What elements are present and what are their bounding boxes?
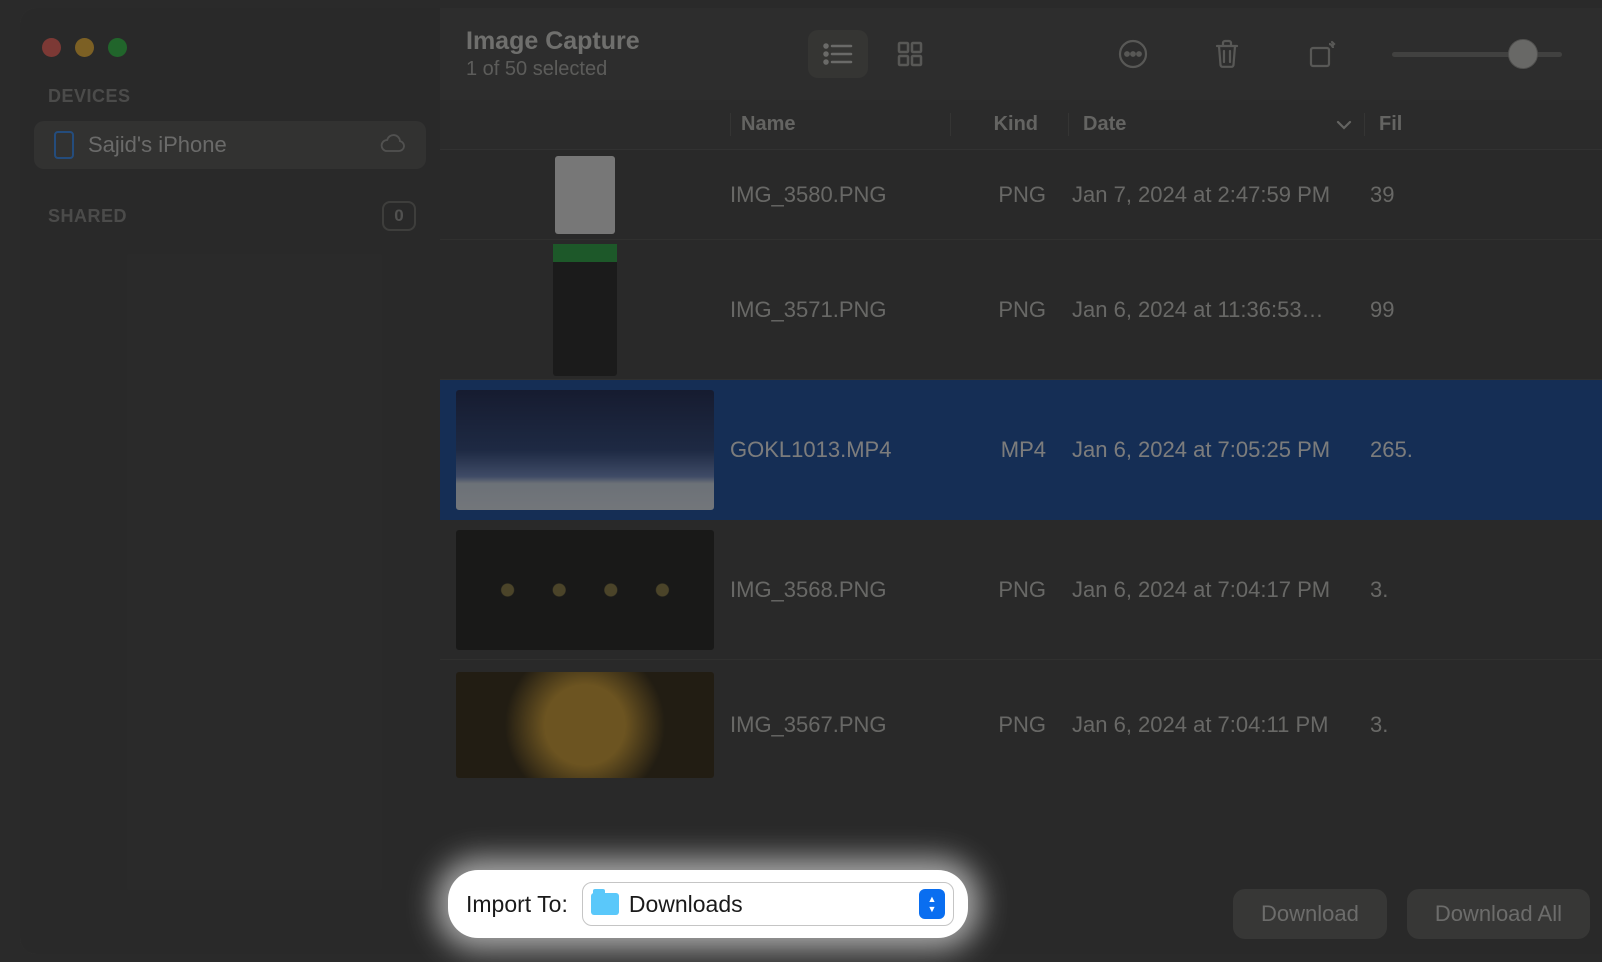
file-size: 3. (1364, 577, 1602, 603)
file-kind: PNG (950, 182, 1068, 208)
rotate-button[interactable] (1296, 29, 1346, 79)
minimize-button[interactable] (75, 38, 94, 57)
file-kind: MP4 (950, 437, 1068, 463)
cloud-icon (380, 132, 406, 158)
file-kind: PNG (950, 712, 1068, 738)
import-to-control: Import To: Downloads ▲▼ (448, 870, 968, 938)
thumbnail (456, 672, 714, 778)
devices-section-label: DEVICES (20, 86, 440, 117)
column-name[interactable]: Name (730, 113, 950, 136)
import-to-label: Import To: (466, 891, 568, 918)
dropdown-stepper-icon: ▲▼ (919, 889, 945, 919)
thumbnail (553, 244, 617, 376)
file-size: 99 (1364, 297, 1602, 323)
table-row[interactable]: IMG_3568.PNG PNG Jan 6, 2024 at 7:04:17 … (440, 520, 1602, 660)
download-button[interactable]: Download (1233, 889, 1387, 939)
list-view-button[interactable] (808, 30, 868, 78)
file-size: 265. (1364, 437, 1602, 463)
thumbnail (456, 530, 714, 650)
table-row[interactable]: GOKL1013.MP4 MP4 Jan 6, 2024 at 7:05:25 … (440, 380, 1602, 520)
file-date: Jan 6, 2024 at 7:04:17 PM (1068, 577, 1364, 603)
column-kind[interactable]: Kind (950, 113, 1068, 136)
device-label: Sajid's iPhone (88, 132, 227, 158)
file-name: IMG_3571.PNG (730, 297, 950, 323)
delete-button[interactable] (1202, 29, 1252, 79)
thumbnail-size-slider[interactable] (1392, 52, 1562, 57)
more-options-button[interactable] (1108, 29, 1158, 79)
thumbnail (555, 156, 615, 234)
table-row[interactable]: IMG_3567.PNG PNG Jan 6, 2024 at 7:04:11 … (440, 660, 1602, 790)
grid-view-button[interactable] (880, 30, 940, 78)
shared-count-badge: 0 (382, 201, 416, 231)
file-name: IMG_3568.PNG (730, 577, 950, 603)
chevron-down-icon (1336, 113, 1352, 136)
toolbar: Image Capture 1 of 50 selected (440, 8, 1602, 100)
file-date: Jan 6, 2024 at 7:04:11 PM (1068, 712, 1364, 738)
selection-status: 1 of 50 selected (466, 58, 640, 81)
app-title: Image Capture (466, 27, 640, 56)
close-button[interactable] (42, 38, 61, 57)
column-date[interactable]: Date (1068, 113, 1364, 136)
sidebar: DEVICES Sajid's iPhone SHARED 0 (20, 8, 440, 954)
window-controls (42, 38, 127, 57)
file-date: Jan 6, 2024 at 11:36:53… (1068, 297, 1364, 323)
sidebar-item-device[interactable]: Sajid's iPhone (34, 121, 426, 169)
file-name: IMG_3580.PNG (730, 182, 950, 208)
download-all-button[interactable]: Download All (1407, 889, 1590, 939)
import-destination-select[interactable]: Downloads ▲▼ (582, 882, 954, 926)
file-size: 3. (1364, 712, 1602, 738)
file-kind: PNG (950, 297, 1068, 323)
table-row[interactable]: IMG_3580.PNG PNG Jan 7, 2024 at 2:47:59 … (440, 150, 1602, 240)
folder-icon (591, 893, 619, 915)
slider-knob[interactable] (1508, 39, 1538, 69)
destination-label: Downloads (629, 891, 743, 918)
file-date: Jan 7, 2024 at 2:47:59 PM (1068, 182, 1364, 208)
column-file[interactable]: Fil (1364, 113, 1602, 136)
file-list: IMG_3580.PNG PNG Jan 7, 2024 at 2:47:59 … (440, 150, 1602, 876)
file-name: IMG_3567.PNG (730, 712, 950, 738)
shared-section-label: SHARED (48, 206, 127, 227)
file-date: Jan 6, 2024 at 7:05:25 PM (1068, 437, 1364, 463)
maximize-button[interactable] (108, 38, 127, 57)
thumbnail (456, 390, 714, 510)
phone-icon (54, 131, 74, 159)
file-size: 39 (1364, 182, 1602, 208)
file-name: GOKL1013.MP4 (730, 437, 950, 463)
file-kind: PNG (950, 577, 1068, 603)
table-row[interactable]: IMG_3571.PNG PNG Jan 6, 2024 at 11:36:53… (440, 240, 1602, 380)
column-headers: Name Kind Date Fil (440, 100, 1602, 150)
